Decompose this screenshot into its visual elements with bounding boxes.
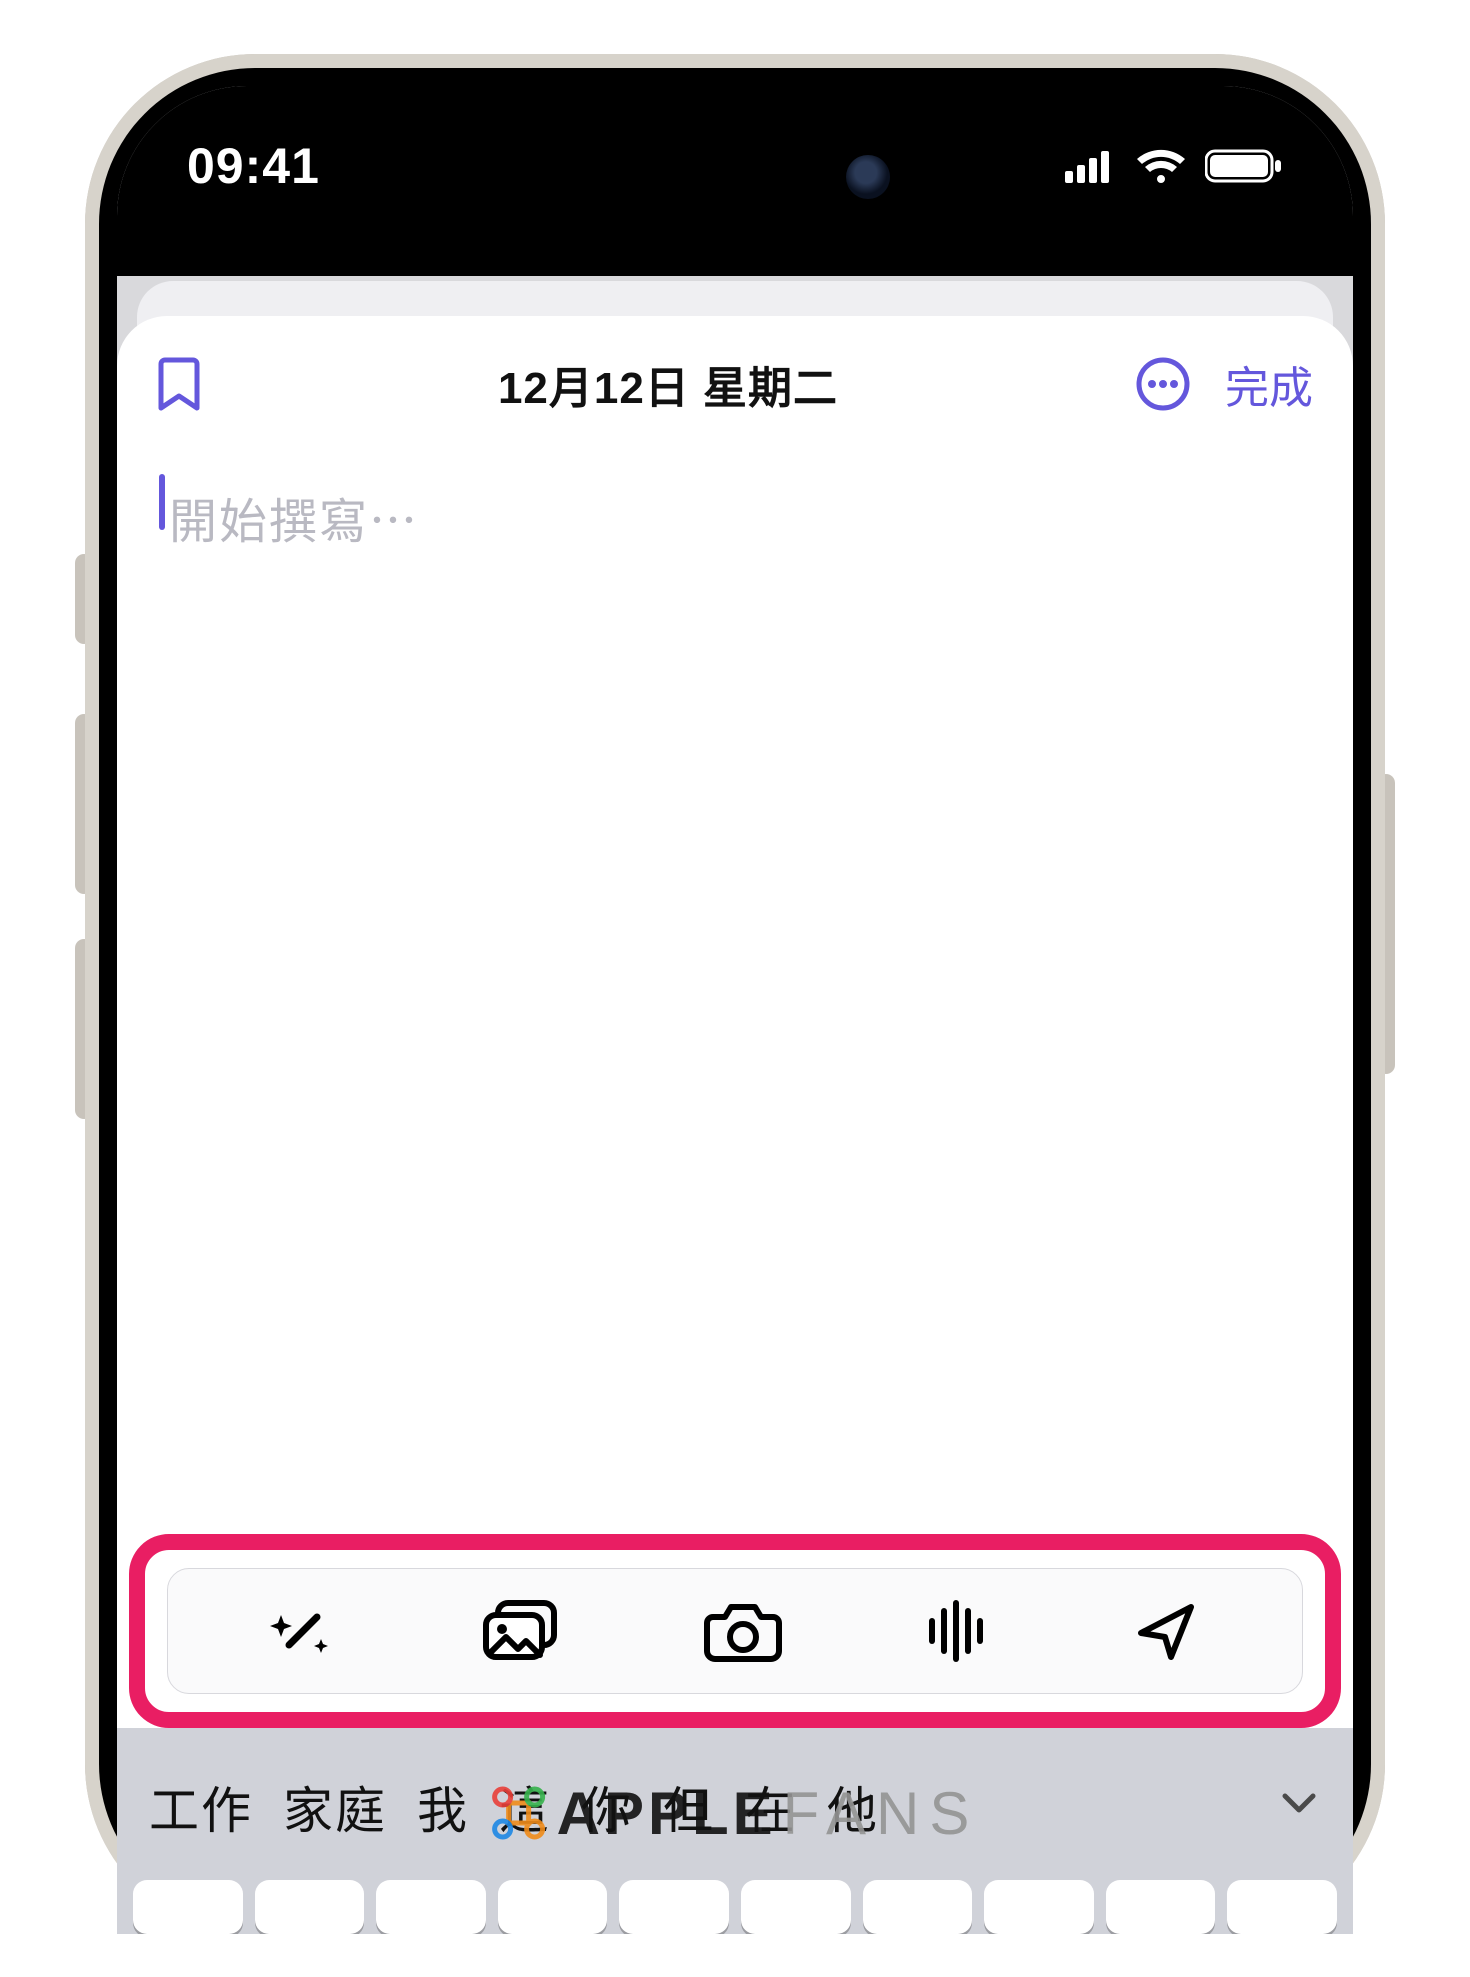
status-time: 09:41 bbox=[187, 137, 320, 195]
prediction-word[interactable]: 家庭 bbox=[283, 1771, 387, 1843]
entry-editor[interactable]: 開始撰寫⋯ bbox=[117, 436, 1353, 1534]
entry-sheet: 12月12日 星期二 完成 開始撰寫⋯ bbox=[117, 316, 1353, 1934]
audio-record-button[interactable] bbox=[924, 1595, 992, 1667]
photo-library-button[interactable] bbox=[478, 1595, 562, 1667]
audio-wave-icon bbox=[924, 1595, 992, 1667]
camera-button[interactable] bbox=[701, 1595, 785, 1667]
location-arrow-icon bbox=[1131, 1595, 1203, 1667]
prediction-word[interactable]: 工作 bbox=[149, 1771, 253, 1843]
keyboard-key[interactable] bbox=[863, 1880, 973, 1934]
prediction-word[interactable]: 他 bbox=[827, 1771, 879, 1843]
keyboard-key[interactable] bbox=[619, 1880, 729, 1934]
keyboard[interactable]: 工作 家庭 我 這 你 但 在 他 bbox=[117, 1728, 1353, 1934]
keyboard-keys-row bbox=[127, 1880, 1343, 1934]
keyboard-key[interactable] bbox=[984, 1880, 1094, 1934]
more-options-button[interactable] bbox=[1135, 356, 1191, 412]
prediction-word[interactable]: 在 bbox=[745, 1771, 797, 1843]
keyboard-key[interactable] bbox=[1227, 1880, 1337, 1934]
prediction-expand-button[interactable] bbox=[1277, 1778, 1321, 1836]
toolbar-highlight bbox=[129, 1534, 1341, 1728]
prediction-word[interactable]: 但 bbox=[663, 1771, 715, 1843]
phone-frame: 09:41 bbox=[85, 54, 1385, 1934]
entry-date-title: 12月12日 星期二 bbox=[201, 352, 1135, 416]
done-button[interactable]: 完成 bbox=[1225, 352, 1313, 416]
magic-wand-icon bbox=[267, 1595, 339, 1667]
wifi-icon bbox=[1135, 147, 1187, 185]
camera-icon bbox=[701, 1595, 785, 1667]
battery-icon bbox=[1205, 148, 1283, 184]
bookmark-button[interactable] bbox=[157, 356, 201, 412]
keyboard-prediction-bar: 工作 家庭 我 這 你 但 在 他 bbox=[127, 1752, 1343, 1862]
photo-library-icon bbox=[478, 1595, 562, 1667]
chevron-down-icon bbox=[1277, 1780, 1321, 1824]
keyboard-key[interactable] bbox=[498, 1880, 608, 1934]
keyboard-key[interactable] bbox=[741, 1880, 851, 1934]
editor-placeholder: 開始撰寫⋯ bbox=[157, 482, 1313, 552]
magic-wand-button[interactable] bbox=[267, 1595, 339, 1667]
keyboard-key[interactable] bbox=[1106, 1880, 1216, 1934]
entry-header: 12月12日 星期二 完成 bbox=[117, 316, 1353, 436]
location-button[interactable] bbox=[1131, 1595, 1203, 1667]
keyboard-key[interactable] bbox=[133, 1880, 243, 1934]
front-camera bbox=[846, 155, 890, 199]
prediction-word[interactable]: 你 bbox=[581, 1771, 633, 1843]
keyboard-key[interactable] bbox=[255, 1880, 365, 1934]
cellular-icon bbox=[1065, 149, 1117, 183]
dynamic-island bbox=[550, 122, 920, 232]
prediction-word[interactable]: 這 bbox=[499, 1771, 551, 1843]
text-cursor bbox=[159, 474, 165, 530]
keyboard-key[interactable] bbox=[376, 1880, 486, 1934]
attachment-toolbar bbox=[167, 1568, 1303, 1694]
prediction-word[interactable]: 我 bbox=[417, 1771, 469, 1843]
